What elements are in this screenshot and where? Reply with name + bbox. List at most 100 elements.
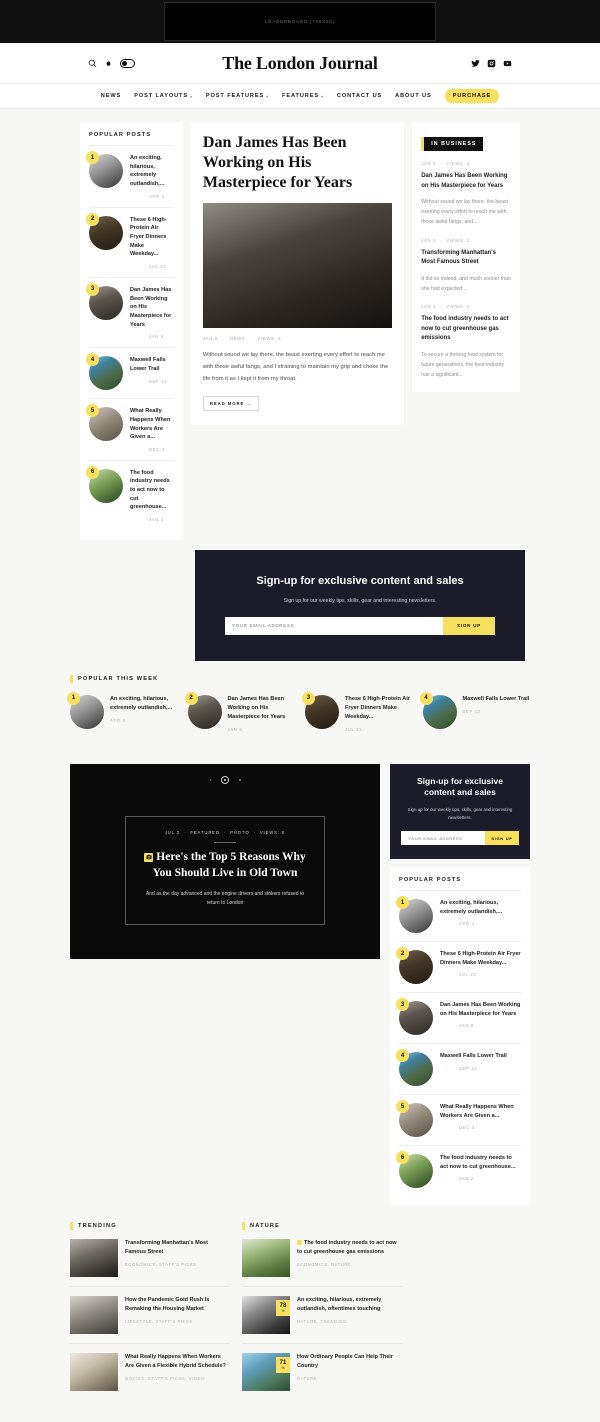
instagram-icon[interactable] (487, 59, 496, 68)
post-categories[interactable]: LIFESTYLE, STAFF'S PICKS (125, 1319, 230, 1324)
trending-heading: TRENDING (70, 1222, 230, 1231)
list-item[interactable]: 4 Maxwell Falls Lower Trail SEP 12 (419, 691, 531, 732)
post-title[interactable]: How Ordinary People Can Help Their Count… (297, 1353, 402, 1371)
nav-item-news[interactable]: NEWS (101, 93, 121, 99)
post-title[interactable]: Maxwell Falls Lower Trail (440, 1052, 521, 1061)
list-item[interactable]: 3 These 6 High-Protein Air Fryer Dinners … (302, 691, 413, 732)
post-title[interactable]: The food industry needs to act now to cu… (297, 1239, 402, 1257)
post-title[interactable]: An exciting, hilarious, extremely outlan… (130, 154, 174, 189)
post-categories[interactable]: NATURE (297, 1376, 402, 1381)
post-date: JAN 9 (227, 726, 243, 732)
post-categories[interactable]: MOVIES, STAFF'S PICKS, VIDEO (125, 1376, 230, 1381)
post-title[interactable]: Dan James Has Been Working on His Master… (130, 286, 174, 329)
trending-column: TRENDING Transforming Manhattan's Most F… (70, 1222, 230, 1400)
list-item[interactable]: JAN 9 · VIEWS: 3 Dan James Has Been Working… (421, 151, 511, 228)
newsletter-signup-button[interactable]: SIGN UP (485, 831, 519, 846)
hero-title[interactable]: Here's the Top 5 Reasons Why You Should … (140, 850, 310, 882)
list-item[interactable]: 3 Dan James Has Been Working on His Maste… (396, 993, 521, 1045)
slider-dot[interactable] (209, 779, 211, 781)
list-item[interactable]: How the Pandemic Gold Rush Is Remaking t… (70, 1287, 230, 1345)
nav-item-features[interactable]: FEATURES ▾ (282, 93, 324, 99)
post-title[interactable]: An exciting, hilarious, extremely outlan… (440, 899, 521, 916)
list-item[interactable]: JAN 3 · VIEWS: 2 Transforming Manhattan's M… (421, 228, 511, 294)
post-date: SEP 12 (459, 1065, 478, 1071)
hero-category-photo[interactable]: PHOTO (230, 830, 249, 835)
purchase-button[interactable]: PURCHASE (444, 89, 500, 103)
nav-item-post-features[interactable]: POST FEATURES ▾ (206, 93, 269, 99)
search-icon[interactable] (88, 59, 97, 68)
hero-category-featured[interactable]: FEATURED (190, 830, 219, 835)
post-title[interactable]: The food industry needs to act now to cu… (440, 1154, 521, 1171)
nav-item-about-us[interactable]: ABOUT US (395, 93, 431, 99)
post-title[interactable]: Maxwell Falls Lower Trail (463, 695, 531, 704)
list-item-body: What Really Happens When Workers Are Giv… (130, 407, 174, 452)
post-categories[interactable]: ECONOMICS, NATURE (297, 1262, 402, 1267)
post-title[interactable]: How the Pandemic Gold Rush Is Remaking t… (125, 1296, 230, 1314)
post-title[interactable]: The food industry needs to act now to cu… (130, 469, 174, 512)
post-categories[interactable]: ECONOMICS, STAFF'S PICKS (125, 1262, 230, 1267)
post-title[interactable]: Dan James Has Been Working on His Master… (421, 172, 511, 191)
newsletter-email-input[interactable] (225, 616, 443, 635)
list-item[interactable]: 1 An exciting, hilarious, extremely outla… (86, 146, 174, 208)
meta-separator: · (184, 829, 187, 835)
article-category[interactable]: NEWS (230, 336, 245, 341)
post-title[interactable]: These 6 High-Protein Air Fryer Dinners M… (130, 216, 174, 259)
youtube-icon[interactable] (503, 59, 512, 68)
post-title[interactable]: What Really Happens When Workers Are Giv… (440, 1103, 521, 1120)
hero-slider-dots[interactable] (70, 775, 380, 784)
list-item[interactable]: 5 What Really Happens When Workers Are Gi… (86, 399, 174, 461)
flame-icon[interactable] (104, 59, 113, 68)
list-item[interactable]: 1 An exciting, hilarious, extremely outla… (396, 891, 521, 943)
post-title[interactable]: These 6 High-Protein Air Fryer Dinners M… (345, 695, 413, 722)
post-title[interactable]: The food industry needs to act now to cu… (421, 315, 511, 344)
list-item[interactable]: 6 The food industry needs to act now to c… (86, 461, 174, 530)
post-title[interactable]: An exciting, hilarious, extremely outlan… (110, 695, 178, 713)
post-title[interactable]: Dan James Has Been Working on His Master… (228, 695, 296, 722)
list-item[interactable]: JAN 2 · VIEWS: 2 The food industry needs to… (421, 294, 511, 380)
thumbnail-wrap: 6 (396, 1151, 433, 1189)
list-item[interactable]: 6 The food industry needs to act now to c… (396, 1146, 521, 1196)
post-title[interactable]: What Really Happens When Workers Are Giv… (130, 407, 174, 442)
leaderboard-ad-slot[interactable]: LEADERBOARD (728X90) (164, 2, 436, 41)
list-item-body: Maxwell Falls Lower Trail SEP 12 (440, 1052, 521, 1071)
list-item[interactable]: 71% How Ordinary People Can Help Their Co… (242, 1344, 402, 1400)
newsletter-email-input[interactable] (401, 831, 485, 846)
list-item[interactable]: 3 Dan James Has Been Working on His Maste… (86, 278, 174, 349)
post-title[interactable]: Transforming Manhattan's Most Famous Str… (125, 1239, 230, 1257)
list-item[interactable]: 4 Maxwell Falls Lower Trail SEP 12 (396, 1044, 521, 1096)
read-more-button[interactable]: READ MORE → (202, 396, 259, 412)
nav-item-contact-us[interactable]: CONTACT US (337, 93, 382, 99)
list-item[interactable]: Transforming Manhattan's Most Famous Str… (70, 1230, 230, 1288)
thumbnail-wrap: 3 (86, 282, 123, 320)
popular-posts-widget-sidebar: POPULAR POSTS 1 An exciting, hilarious, e… (390, 867, 530, 1207)
hero-slider[interactable]: JUL 2 · FEATURED · PHOTO · VIEWS: 0 Here… (70, 763, 380, 959)
rank-badge: 4 (419, 691, 433, 705)
newsletter-signup-sidebar: Sign-up for exclusive content and sales … (390, 763, 530, 860)
dark-mode-toggle[interactable] (120, 58, 135, 68)
list-item[interactable]: The food industry needs to act now to cu… (242, 1230, 402, 1288)
post-categories[interactable]: NATURE, TRENDING (297, 1319, 402, 1324)
list-item[interactable]: 2 These 6 High-Protein Air Fryer Dinners … (396, 942, 521, 994)
list-item[interactable]: 2 Dan James Has Been Working on His Maste… (184, 691, 296, 732)
post-title[interactable]: Maxwell Falls Lower Trail (130, 356, 174, 373)
list-item[interactable]: 2 These 6 High-Protein Air Fryer Dinners … (86, 208, 174, 278)
post-title[interactable]: An exciting, hilarious, extremely outlan… (297, 1296, 402, 1314)
slider-dot[interactable] (239, 779, 241, 781)
list-item[interactable]: 5 What Really Happens When Workers Are Gi… (396, 1095, 521, 1147)
slider-dot-active[interactable] (221, 775, 229, 784)
post-title[interactable]: What Really Happens When Workers Are Giv… (125, 1353, 230, 1371)
list-item[interactable]: 1 An exciting, hilarious, extremely outla… (67, 691, 178, 732)
nav-item-post-layouts[interactable]: POST LAYOUTS ▾ (134, 93, 193, 99)
twitter-icon[interactable] (471, 59, 480, 68)
list-item[interactable]: 78% An exciting, hilarious, extremely out… (242, 1287, 402, 1345)
featured-article[interactable]: Dan James Has Been Working on His Master… (190, 122, 405, 426)
post-title[interactable]: These 6 High-Protein Air Fryer Dinners M… (440, 950, 521, 967)
post-date: JAN 2 (421, 304, 437, 310)
post-title[interactable]: Dan James Has Been Working on His Master… (440, 1001, 521, 1018)
post-date: JAN 3 (421, 237, 437, 243)
post-title[interactable]: Transforming Manhattan's Most Famous Str… (421, 249, 511, 268)
list-item-body: These 6 High-Protein Air Fryer Dinners M… (345, 695, 413, 732)
newsletter-signup-button[interactable]: SIGN UP (443, 616, 495, 635)
list-item[interactable]: 4 Maxwell Falls Lower Trail SEP 12 (86, 348, 174, 400)
list-item[interactable]: What Really Happens When Workers Are Giv… (70, 1344, 230, 1400)
